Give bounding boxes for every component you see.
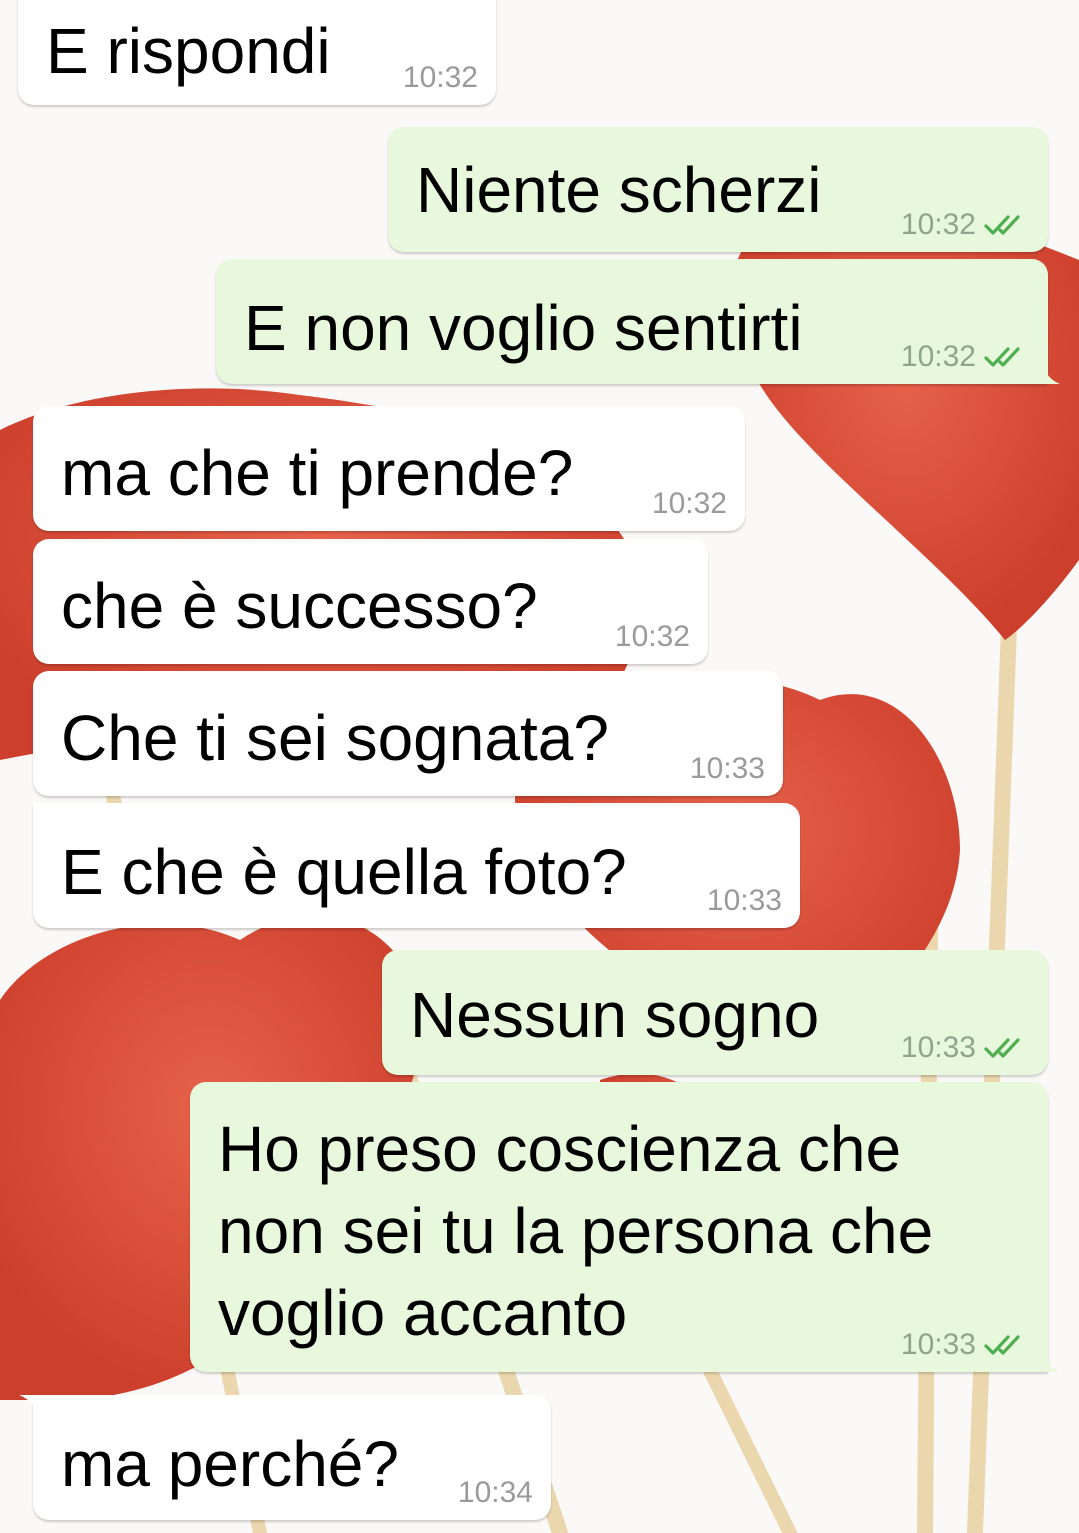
message-text: E che è quella foto?: [61, 836, 627, 908]
message-text: Che ti sei sognata?: [61, 702, 609, 774]
double-check-icon: [984, 1036, 1030, 1060]
outgoing-message[interactable]: Niente scherzi 10:32: [388, 127, 1048, 252]
message-time: 10:33: [900, 1031, 976, 1064]
message-time: 10:33: [689, 752, 765, 785]
outgoing-message[interactable]: E non voglio sentirti 10:32: [216, 259, 1060, 384]
incoming-message[interactable]: ma che ti prende? 10:32: [33, 406, 745, 531]
message-meta: 10:32: [652, 489, 727, 519]
message-text: ma che ti prende?: [61, 437, 574, 509]
outgoing-message[interactable]: Nessun sogno 10:33: [382, 950, 1048, 1075]
message-meta: 10:32: [901, 210, 1030, 240]
message-time: 10:32: [651, 487, 727, 520]
message-meta: 10:32: [403, 63, 478, 93]
message-meta: 10:34: [458, 1478, 533, 1508]
message-time: 10:32: [900, 340, 976, 373]
incoming-message[interactable]: Che ti sei sognata? 10:33: [33, 671, 783, 796]
double-check-icon: [984, 1333, 1030, 1357]
message-meta: 10:33: [707, 886, 782, 916]
message-meta: 10:33: [901, 1033, 1030, 1063]
message-time: 10:34: [457, 1476, 533, 1509]
message-text: Ho preso coscienza che non sei tu la per…: [218, 1113, 934, 1349]
message-time: 10:33: [706, 884, 782, 917]
incoming-message[interactable]: E che è quella foto? 10:33: [33, 803, 800, 928]
incoming-message[interactable]: che è successo? 10:32: [33, 539, 708, 664]
message-meta: 10:33: [690, 754, 765, 784]
message-time: 10:33: [900, 1328, 976, 1361]
bubble-tail: [1042, 362, 1060, 384]
double-check-icon: [984, 345, 1030, 369]
message-meta: 10:32: [901, 342, 1030, 372]
bubble-tail: [19, 1395, 39, 1417]
message-meta: 10:33: [901, 1330, 1030, 1360]
incoming-message[interactable]: ma perché? 10:34: [19, 1395, 551, 1520]
message-time: 10:32: [402, 61, 478, 94]
message-text: che è successo?: [61, 570, 538, 642]
double-check-icon: [984, 213, 1030, 237]
outgoing-message[interactable]: Ho preso coscienza che non sei tu la per…: [190, 1082, 1060, 1372]
message-time: 10:32: [900, 208, 976, 241]
bubble-tail: [1042, 1350, 1060, 1372]
incoming-message[interactable]: E rispondi 10:32: [18, 0, 496, 105]
message-time: 10:32: [614, 620, 690, 653]
message-meta: 10:32: [615, 622, 690, 652]
